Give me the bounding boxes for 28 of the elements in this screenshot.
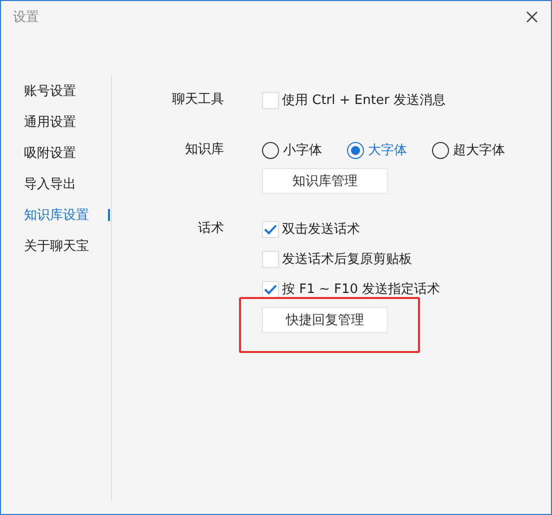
checkbox-label[interactable]: 发送话术后复原剪贴板 [282,250,412,268]
section-label: 聊天工具 [171,91,225,109]
close-icon[interactable] [526,11,538,23]
sidebar-item[interactable]: 知识库设置 [24,206,89,224]
sidebar-item[interactable]: 吸附设置 [24,144,76,162]
checkbox-label[interactable]: 使用 Ctrl + Enter 发送消息 [282,91,446,109]
checkbox-label[interactable]: 按 F1 ~ F10 发送指定话术 [282,280,440,298]
radio-button[interactable] [432,142,449,158]
checkbox[interactable] [262,92,279,108]
sidebar-item[interactable]: 关于聊天宝 [24,236,89,254]
section-label: 话术 [197,220,225,238]
radio-label[interactable]: 大字体 [368,141,407,159]
checkbox[interactable] [262,220,279,238]
window-title: 设置 [13,9,39,26]
radio-button[interactable] [347,142,364,158]
manage-button[interactable]: 快捷回复管理 [262,307,388,333]
checkbox[interactable] [262,280,279,298]
sidebar-item[interactable]: 通用设置 [24,112,76,130]
sidebar-item[interactable]: 导入导出 [24,174,76,192]
radio-label[interactable]: 小字体 [283,141,322,159]
checkbox-label[interactable]: 双击发送话术 [282,220,360,238]
radio-label[interactable]: 超大字体 [453,141,505,159]
checkbox[interactable] [262,250,279,268]
sidebar-item[interactable]: 账号设置 [24,82,76,100]
manage-button[interactable]: 知识库管理 [262,168,388,194]
active-indicator [108,208,110,220]
section-label: 知识库 [184,141,225,159]
radio-button[interactable] [262,142,279,158]
